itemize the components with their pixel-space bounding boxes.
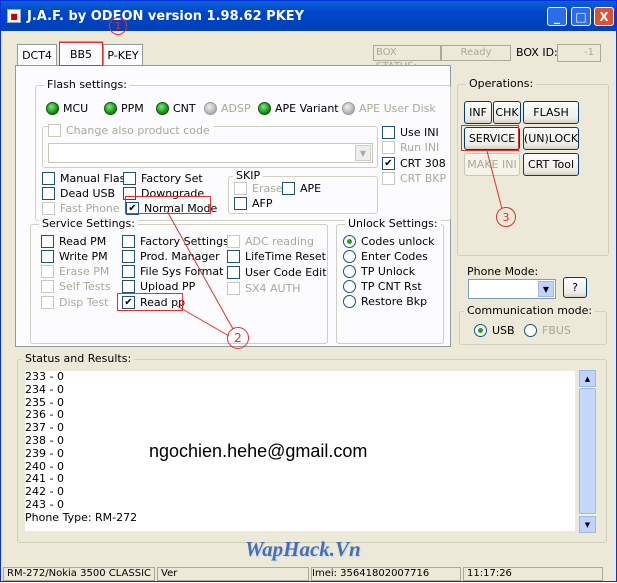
status-bar-model: RM-272/Nokia 3500 CLASSIC C [3, 567, 155, 581]
status-bar-ver: Ver [157, 567, 309, 581]
status-bar-time: 11:17:26 [463, 567, 603, 581]
jaf-window: ■ J.A.F. by ODEON version 1.98.62 PKEY _… [0, 0, 617, 582]
status-bar-imei: Imei: 35641802007716 [311, 567, 461, 581]
annotation-lines [166, 150, 503, 337]
